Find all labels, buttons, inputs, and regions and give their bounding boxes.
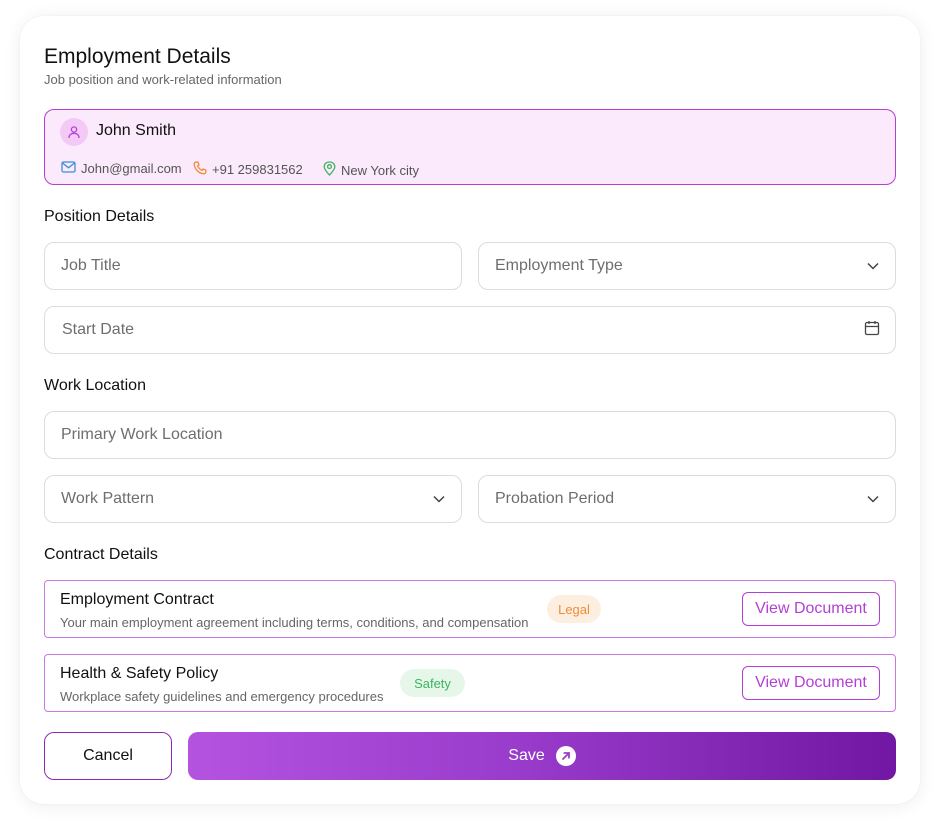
job-title-input[interactable]: Job Title: [44, 242, 462, 290]
start-date-input[interactable]: Start Date: [44, 306, 896, 354]
probation-period-placeholder: Probation Period: [495, 490, 615, 507]
document-title: Employment Contract: [60, 591, 214, 608]
profile-phone-text: +91 259831562: [212, 162, 303, 177]
probation-period-select[interactable]: Probation Period: [478, 475, 896, 523]
document-title: Health & Safety Policy: [60, 665, 219, 682]
position-details-heading: Position Details: [44, 208, 155, 225]
view-document-button[interactable]: View Document: [742, 666, 880, 700]
document-card-health-safety-policy: Health & Safety Policy Workplace safety …: [44, 654, 896, 712]
work-pattern-placeholder: Work Pattern: [61, 490, 155, 507]
save-button-label: Save: [508, 747, 545, 764]
cancel-button[interactable]: Cancel: [44, 732, 172, 780]
employment-type-placeholder: Employment Type: [495, 257, 623, 274]
save-button[interactable]: Save: [188, 732, 896, 780]
legal-badge: Legal: [547, 595, 601, 623]
work-location-heading: Work Location: [44, 377, 146, 394]
chevron-down-icon: [432, 490, 446, 508]
work-pattern-select[interactable]: Work Pattern: [44, 475, 462, 523]
document-description: Workplace safety guidelines and emergenc…: [60, 689, 384, 704]
primary-work-location-placeholder: Primary Work Location: [61, 426, 223, 443]
calendar-icon[interactable]: [864, 320, 880, 341]
profile-location: New York city: [323, 161, 419, 179]
safety-badge: Safety: [400, 669, 465, 697]
job-title-placeholder: Job Title: [61, 257, 121, 274]
chevron-down-icon: [866, 257, 880, 275]
contract-details-heading: Contract Details: [44, 546, 158, 563]
document-card-employment-contract: Employment Contract Your main employment…: [44, 580, 896, 638]
mail-icon: [61, 161, 76, 176]
profile-name: John Smith: [96, 122, 177, 139]
page-subtitle: Job position and work-related informatio…: [44, 72, 282, 87]
profile-email: John@gmail.com: [61, 161, 182, 176]
document-description: Your main employment agreement including…: [60, 615, 529, 630]
phone-icon: [193, 161, 207, 178]
location-pin-icon: [323, 161, 336, 179]
profile-phone: +91 259831562: [193, 161, 303, 178]
view-document-button[interactable]: View Document: [742, 592, 880, 626]
page-title: Employment Details: [44, 45, 231, 68]
employment-type-select[interactable]: Employment Type: [478, 242, 896, 290]
primary-work-location-input[interactable]: Primary Work Location: [44, 411, 896, 459]
user-icon: [60, 118, 88, 146]
start-date-placeholder: Start Date: [62, 321, 135, 338]
employment-details-card: Employment Details Job position and work…: [20, 16, 920, 804]
arrow-up-right-icon: [555, 746, 576, 766]
profile-location-text: New York city: [341, 162, 420, 178]
chevron-down-icon: [866, 490, 880, 508]
profile-email-text: John@gmail.com: [81, 161, 182, 176]
profile-summary: John Smith John@gmail.com +91 259831562: [44, 109, 896, 185]
